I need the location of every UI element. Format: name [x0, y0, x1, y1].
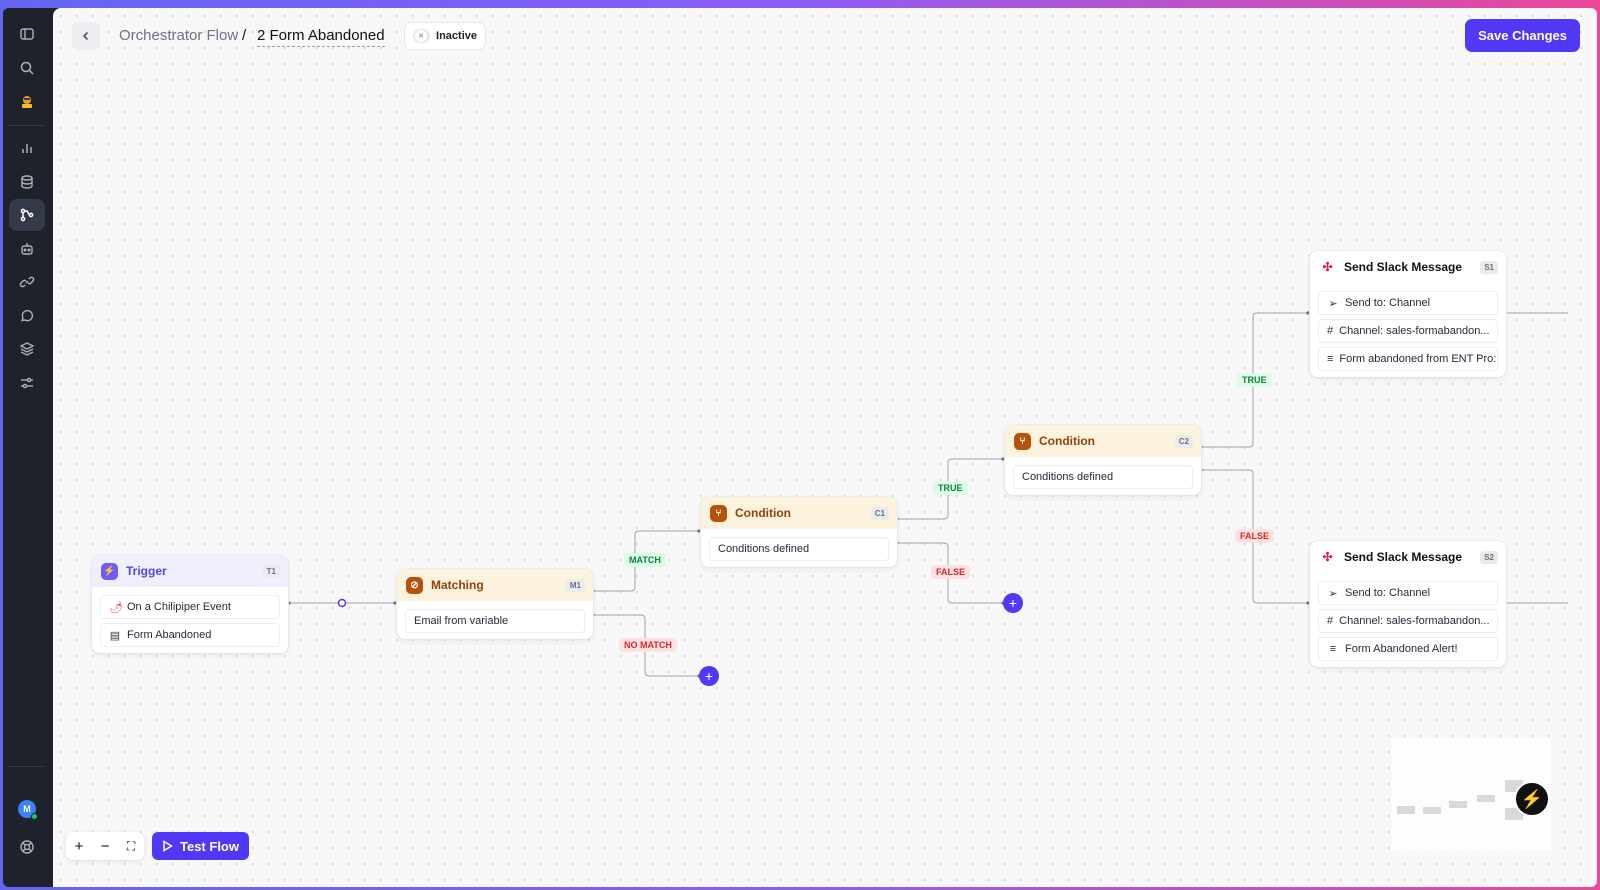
node-row[interactable]: ➢ Send to: Channel — [1318, 291, 1498, 315]
row-text: Conditions defined — [1022, 471, 1114, 483]
sidebar-toggle-icon[interactable] — [9, 18, 45, 50]
flow-edges — [287, 311, 1568, 678]
edge-label-c1-true: TRUE — [933, 481, 968, 495]
row-text: Send to: Channel — [1345, 587, 1431, 599]
node-header: ✣ Send Slack Message S2 — [1310, 541, 1506, 573]
zoom-out-icon[interactable]: − — [101, 838, 110, 855]
send-icon: ➢ — [1328, 587, 1338, 600]
app-frame: M Orchestrator Flow / 2 Form Abandoned I… — [0, 0, 1600, 890]
node-row[interactable]: 🌶 On a Chilipiper Event — [100, 595, 280, 619]
workflow-icon[interactable] — [9, 199, 45, 231]
node-tag: S2 — [1480, 550, 1498, 564]
node-tag: S1 — [1480, 260, 1498, 274]
edge-label-no-match: NO MATCH — [619, 638, 677, 652]
row-text: On a Chilipiper Event — [127, 601, 231, 613]
slack-icon: ✣ — [1322, 550, 1333, 564]
edge-label-c2-false: FALSE — [1235, 529, 1275, 543]
chat-icon[interactable] — [9, 300, 45, 332]
node-row[interactable]: # Channel: sales-formabandon... — [1318, 609, 1498, 633]
bolt-icon: ⚡ — [101, 562, 118, 580]
node-header: ⑂ Condition C2 — [1005, 425, 1201, 457]
branch-icon: ⑂ — [1014, 432, 1031, 450]
settings-sliders-icon[interactable] — [9, 367, 45, 399]
avatar[interactable]: M — [18, 800, 38, 820]
node-row[interactable]: # Channel: sales-formabandon... — [1318, 319, 1498, 343]
node-row[interactable]: Conditions defined — [1013, 465, 1193, 489]
edge-label-c1-false: FALSE — [931, 565, 971, 579]
bot-icon[interactable] — [9, 233, 45, 265]
help-icon[interactable] — [9, 831, 45, 863]
chilipiper-icon: 🌶 — [109, 601, 123, 614]
node-row[interactable]: Conditions defined — [709, 537, 889, 561]
node-tag: T1 — [262, 564, 280, 578]
edge-midpoint-handle[interactable] — [337, 598, 347, 608]
node-title: Send Slack Message — [1344, 260, 1463, 274]
node-row[interactable]: ▤ Form Abandoned — [100, 623, 280, 647]
quick-action-bolt-icon[interactable]: ⚡ — [1514, 781, 1550, 817]
row-text: Send to: Channel — [1345, 297, 1431, 309]
sidebar-divider — [9, 125, 45, 126]
play-icon — [163, 840, 173, 852]
app-window: M Orchestrator Flow / 2 Form Abandoned I… — [3, 8, 1597, 887]
search-icon[interactable] — [9, 52, 45, 84]
link-icon[interactable] — [9, 266, 45, 298]
test-flow-label: Test Flow — [180, 838, 239, 854]
analytics-icon[interactable] — [9, 132, 45, 164]
node-title: Condition — [1039, 434, 1095, 448]
node-row[interactable]: ≡ Form abandoned from ENT Pro: — [1318, 347, 1498, 371]
zoom-in-icon[interactable]: + — [75, 838, 84, 855]
node-row[interactable]: Email from variable — [405, 609, 585, 633]
zoom-controls: + − ⛶ — [66, 832, 144, 860]
slack-icon: ✣ — [1322, 260, 1333, 274]
hash-icon: # — [1327, 325, 1334, 337]
slack-node-s1[interactable]: ✣ Send Slack Message S1 ➢ Send to: Channe… — [1310, 251, 1506, 377]
node-header: ⊘ Matching M1 — [397, 569, 593, 601]
node-row[interactable]: ➢ Send to: Channel — [1318, 581, 1498, 605]
text-lines-icon: ≡ — [1329, 643, 1337, 655]
node-row[interactable]: ≡ Form Abandoned Alert! — [1318, 637, 1498, 661]
row-text: Form Abandoned Alert! — [1345, 643, 1458, 655]
row-text: Form abandoned from ENT Pro: — [1339, 353, 1497, 365]
sidebar: M — [3, 8, 53, 887]
row-text: Channel: sales-formabandon... — [1339, 325, 1490, 337]
form-icon: ▤ — [109, 629, 121, 642]
layers-icon[interactable] — [9, 333, 45, 365]
sidebar-divider — [9, 766, 45, 767]
online-status-dot — [31, 813, 38, 820]
row-text: Email from variable — [414, 615, 509, 627]
node-header: ✣ Send Slack Message S1 — [1310, 251, 1506, 283]
node-tag: C2 — [1174, 434, 1193, 448]
node-title: Trigger — [126, 564, 167, 578]
node-tag: C1 — [870, 506, 889, 520]
node-header: ⑂ Condition C1 — [701, 497, 897, 529]
add-step-button[interactable]: + — [1003, 593, 1023, 613]
flow-canvas[interactable]: Orchestrator Flow / 2 Form Abandoned Ina… — [53, 8, 1597, 887]
condition-node-c2[interactable]: ⑂ Condition C2 Conditions defined — [1005, 425, 1201, 495]
row-text: Channel: sales-formabandon... — [1339, 615, 1490, 627]
trigger-node[interactable]: ⚡ Trigger T1 🌶 On a Chilipiper Event ▤ For… — [92, 555, 288, 653]
hash-icon: # — [1327, 615, 1334, 627]
edge-label-match: MATCH — [624, 553, 666, 567]
node-header: ⚡ Trigger T1 — [92, 555, 288, 587]
avatar-initial: M — [23, 804, 31, 814]
workspace-logo-icon[interactable] — [9, 86, 45, 118]
branch-icon: ⑂ — [710, 504, 727, 522]
send-icon: ➢ — [1328, 297, 1338, 310]
condition-node-c1[interactable]: ⑂ Condition C1 Conditions defined — [701, 497, 897, 567]
node-title: Matching — [431, 578, 484, 592]
node-title: Send Slack Message — [1344, 550, 1463, 564]
matching-icon: ⊘ — [406, 576, 423, 594]
slack-node-s2[interactable]: ✣ Send Slack Message S2 ➢ Send to: Channe… — [1310, 541, 1506, 667]
text-lines-icon: ≡ — [1327, 353, 1334, 365]
row-text: Conditions defined — [718, 543, 810, 555]
node-tag: M1 — [565, 578, 585, 592]
node-title: Condition — [735, 506, 791, 520]
add-step-button[interactable]: + — [699, 666, 719, 686]
database-icon[interactable] — [9, 166, 45, 198]
edge-label-c2-true: TRUE — [1237, 373, 1272, 387]
row-text: Form Abandoned — [127, 629, 212, 641]
matching-node[interactable]: ⊘ Matching M1 Email from variable — [397, 569, 593, 639]
test-flow-button[interactable]: Test Flow — [152, 832, 249, 860]
fit-view-icon[interactable]: ⛶ — [127, 839, 135, 854]
